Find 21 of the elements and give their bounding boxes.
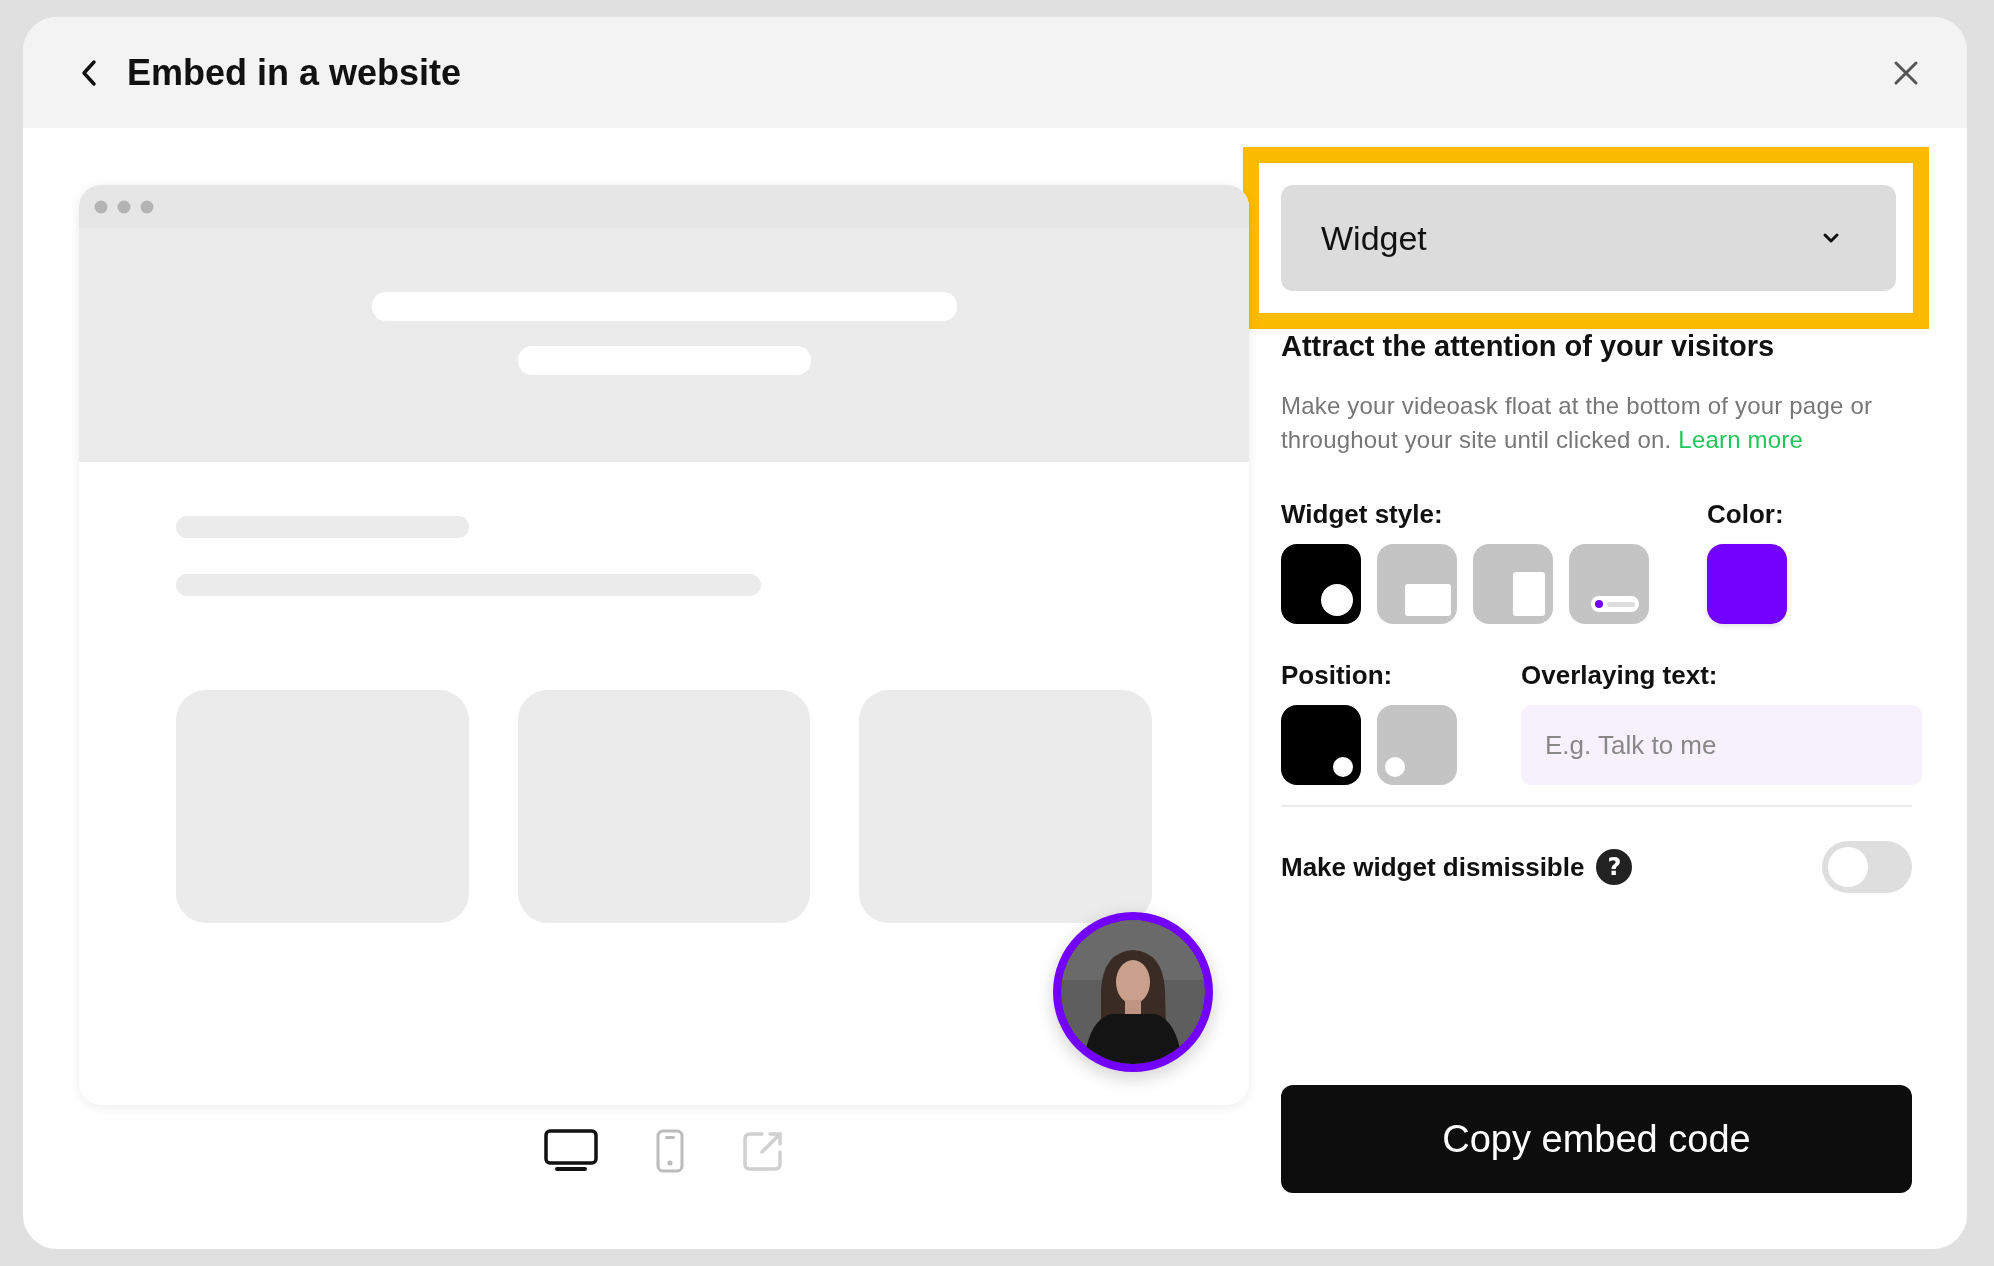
- back-icon[interactable]: [79, 57, 99, 88]
- copy-embed-code-button[interactable]: Copy embed code: [1281, 1085, 1912, 1193]
- widget-style-option[interactable]: [1281, 544, 1361, 624]
- position-option[interactable]: [1281, 705, 1361, 785]
- color-label: Color:: [1707, 499, 1785, 530]
- dialog-title: Embed in a website: [127, 51, 463, 94]
- widget-style-label: Widget style:: [1281, 499, 1444, 530]
- help-icon[interactable]: ?: [1596, 849, 1633, 885]
- dismissible-toggle[interactable]: [1822, 841, 1912, 893]
- position-label: Position:: [1281, 660, 1394, 691]
- color-swatch[interactable]: [1707, 544, 1787, 624]
- desktop-icon[interactable]: [544, 1129, 598, 1173]
- overlaying-text-label: Overlaying text:: [1521, 660, 1719, 691]
- description: Make your videoask float at the bottom of your page or throughout your site until clicked on. Learn more: [1281, 391, 1874, 455]
- close-icon[interactable]: [1893, 59, 1919, 86]
- chevron-down-icon: [1822, 232, 1840, 244]
- overlaying-text-field[interactable]: E.g. Talk to me: [1521, 705, 1922, 785]
- dismissible-label: Make widget dismissible: [1281, 851, 1585, 883]
- section-heading: Attract the attention of your visitors: [1281, 330, 1776, 363]
- window-dots-icon: [94, 199, 154, 214]
- embed-type-dropdown[interactable]: Widget: [1281, 185, 1896, 291]
